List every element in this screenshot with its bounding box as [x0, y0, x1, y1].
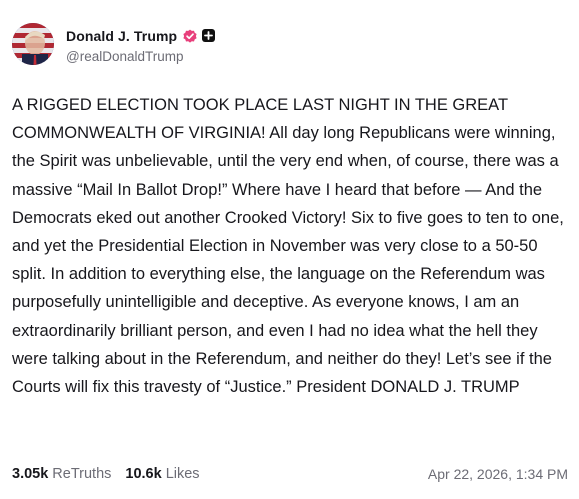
- follow-plus-button[interactable]: [202, 29, 216, 42]
- name-row: Donald J. Trump: [66, 25, 216, 47]
- likes-label: Likes: [165, 466, 200, 482]
- post-body-text: A RIGGED ELECTION TOOK PLACE LAST NIGHT …: [12, 96, 564, 397]
- retruths-label: ReTruths: [52, 466, 112, 482]
- author-handle[interactable]: @realDonaldTrump: [66, 49, 215, 64]
- author-identity: Donald J. Trump @realDonaldTrump: [66, 25, 216, 64]
- post-footer: 3.05k ReTruths 10.6k Likes Apr 22, 2026,…: [12, 466, 568, 482]
- avatar[interactable]: [12, 23, 54, 65]
- author-display-name[interactable]: Donald J. Trump: [66, 28, 177, 44]
- likes-stat[interactable]: 10.6k Likes: [125, 466, 199, 482]
- truth-post: Donald J. Trump @realDonaldTrump A RIGGE…: [0, 0, 579, 499]
- post-timestamp[interactable]: Apr 22, 2026, 1:34 PM: [428, 466, 568, 482]
- plus-icon: [204, 31, 214, 40]
- verified-check-icon: [182, 28, 198, 44]
- retruths-count: 3.05k: [12, 466, 49, 482]
- likes-count: 10.6k: [125, 466, 162, 482]
- post-header: Donald J. Trump @realDonaldTrump: [12, 23, 216, 65]
- retruths-stat[interactable]: 3.05k ReTruths: [12, 466, 111, 482]
